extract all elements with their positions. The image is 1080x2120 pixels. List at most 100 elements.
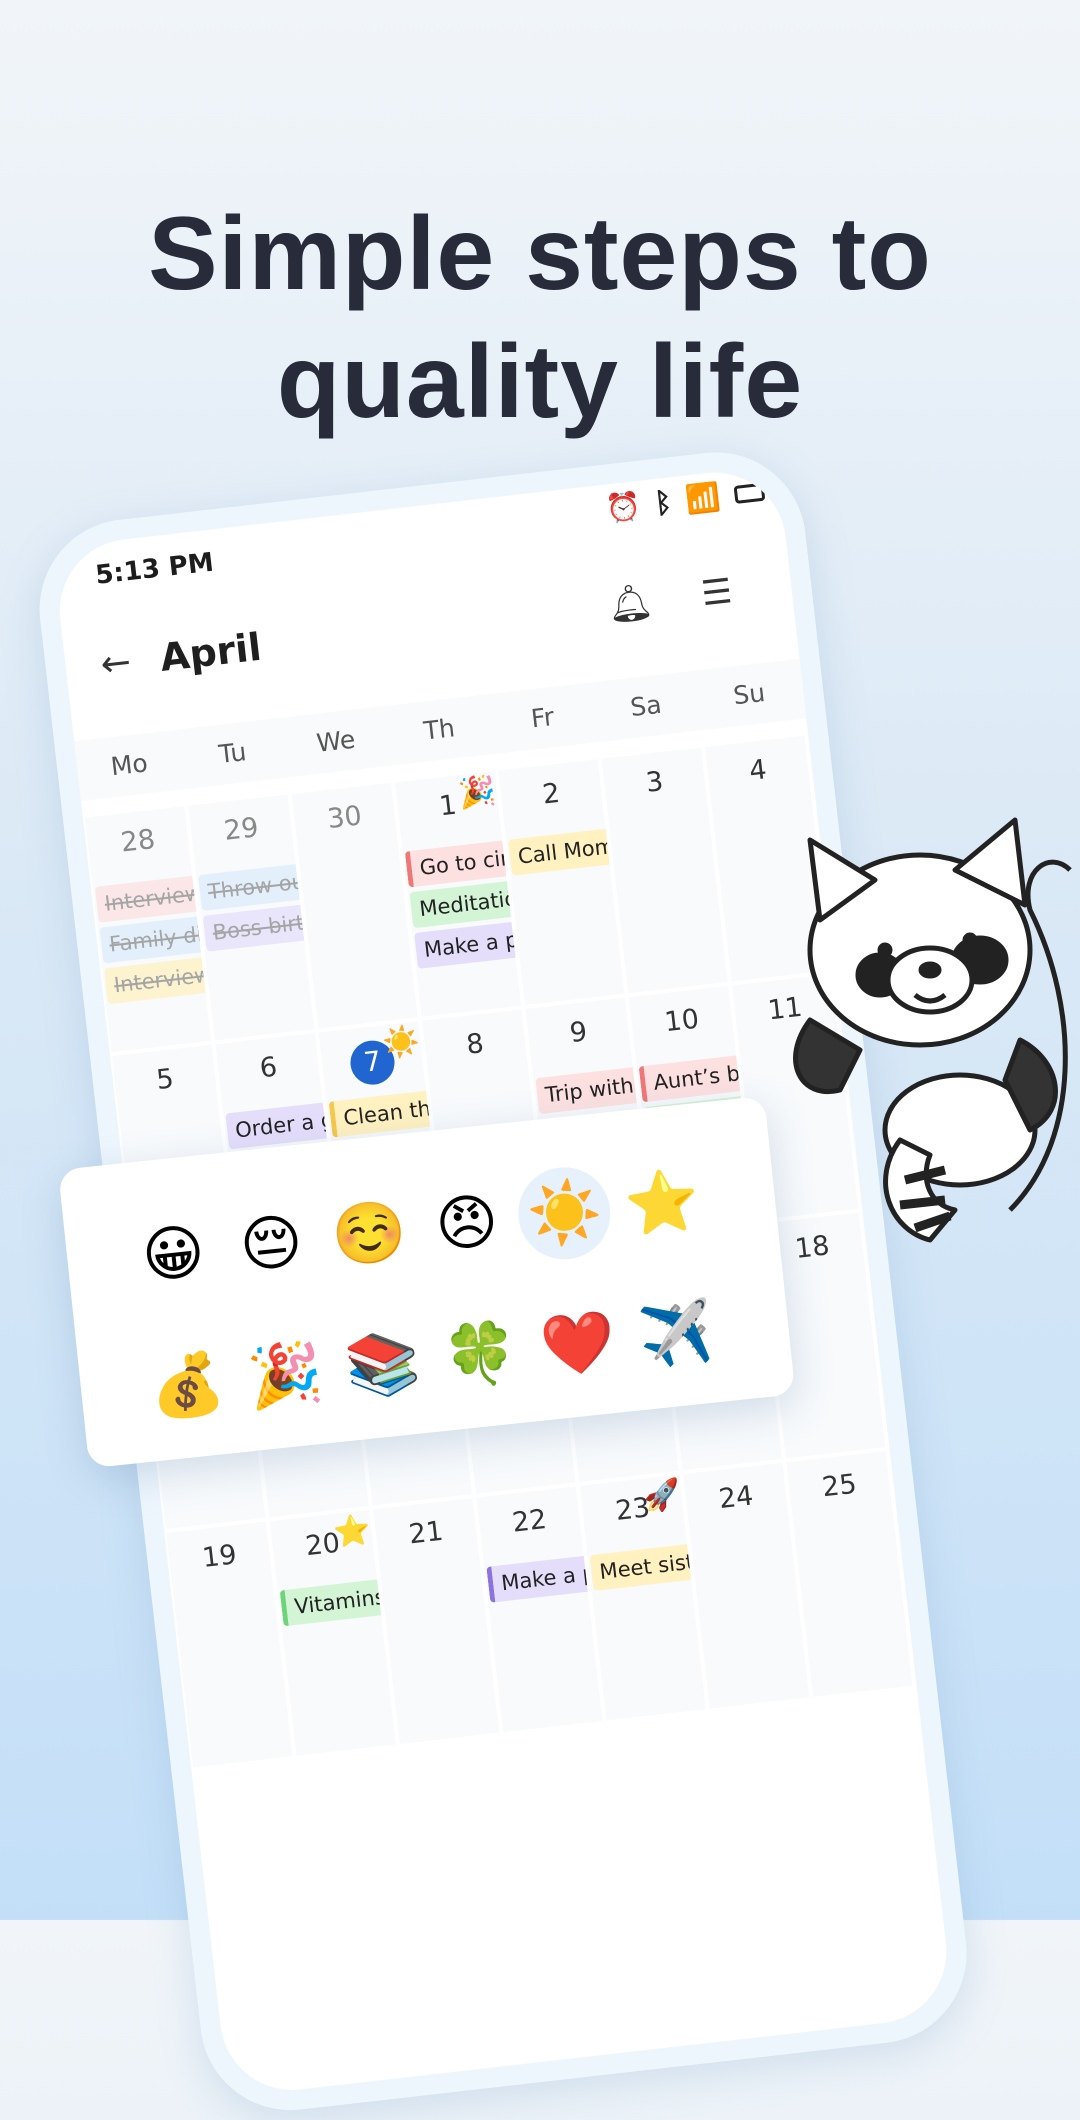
event-chip[interactable]: Make a pre: [414, 920, 524, 969]
date-label: 30: [325, 800, 364, 836]
sun-icon[interactable]: ☀️: [514, 1162, 616, 1264]
battery-icon: [733, 482, 765, 504]
event-list: Make a pre: [484, 1554, 598, 1608]
date-number: 2: [500, 773, 603, 815]
date-label: 6: [258, 1051, 279, 1085]
status-icons: ⏰ ᛒ 📶: [604, 475, 765, 526]
date-label: 22: [510, 1503, 549, 1539]
weekday-fr: Fr: [529, 701, 556, 734]
event-list: Meet siste: [588, 1543, 702, 1596]
event-chip[interactable]: Boss birthd: [202, 903, 315, 952]
event-list: [609, 816, 718, 828]
date-number: 4: [706, 750, 809, 792]
event-chip[interactable]: Go to cine: [404, 839, 517, 888]
event-list: [430, 1078, 539, 1090]
day-emoji-icon: ☀️: [380, 1023, 422, 1063]
smiling-face-icon[interactable]: ☺️: [318, 1183, 419, 1284]
event-chip[interactable]: Interview: [104, 956, 214, 1005]
weekday-tu: Tu: [217, 737, 248, 769]
red-panda-illustration: [793, 817, 1072, 1243]
star-icon[interactable]: ⭐: [612, 1152, 713, 1253]
books-icon[interactable]: 📚: [332, 1315, 433, 1416]
event-chip[interactable]: Call Mom: [508, 827, 620, 876]
event-chip[interactable]: Aunt’s birt: [638, 1054, 751, 1103]
event-chip[interactable]: Meet siste: [589, 1543, 702, 1592]
pensive-face-icon[interactable]: 😔: [221, 1194, 322, 1295]
date-number: 8: [424, 1023, 527, 1065]
bluetooth-icon: ᛒ: [653, 485, 674, 520]
event-chip[interactable]: Make a pre: [486, 1554, 598, 1603]
heart-icon[interactable]: ❤️: [528, 1294, 629, 1395]
date-label: 21: [407, 1515, 445, 1551]
weekday-th: Th: [422, 713, 457, 746]
bell-icon[interactable]: 🔔︎: [605, 580, 655, 627]
date-label: 24: [717, 1480, 755, 1516]
event-list: Vitamins in: [278, 1578, 392, 1631]
date-label: 9: [568, 1016, 589, 1050]
back-arrow-icon[interactable]: ←: [98, 642, 133, 686]
date-number: 6: [217, 1047, 320, 1089]
event-list: [794, 1519, 903, 1531]
event-chip[interactable]: Vitamins in: [279, 1578, 392, 1627]
status-time: 5:13 PM: [93, 547, 216, 591]
event-chip[interactable]: Clean the: [328, 1089, 441, 1138]
date-label: 19: [200, 1539, 239, 1575]
date-label: 8: [464, 1028, 486, 1061]
event-chip[interactable]: Trip with p: [535, 1066, 647, 1115]
grinning-face-icon[interactable]: 😀: [123, 1204, 224, 1305]
date-number: 22: [478, 1500, 581, 1542]
headline-line-2: quality life: [276, 324, 804, 440]
day-emoji-icon: 🚀: [641, 1476, 683, 1516]
event-list: [120, 1113, 229, 1125]
alarm-icon: ⏰: [604, 488, 643, 526]
date-label: 29: [222, 812, 261, 847]
weekday-sa: Sa: [628, 689, 664, 723]
date-number: 21: [375, 1512, 478, 1554]
date-label: 5: [154, 1063, 176, 1097]
event-list: Interview Family din Interview: [93, 874, 214, 1010]
day-emoji-icon: 🎉: [456, 773, 498, 813]
wifi-icon: 📶: [683, 479, 723, 517]
date-number: 19: [168, 1536, 271, 1578]
event-chip[interactable]: Family din: [99, 915, 211, 964]
filter-sliders-icon[interactable]: ☰: [699, 571, 734, 614]
date-number: 29: [190, 808, 293, 850]
event-chip[interactable]: Throw out t: [198, 862, 310, 911]
date-number: 28: [86, 820, 189, 862]
event-list: Throw out tBoss birthd: [196, 862, 315, 957]
date-label: 1: [437, 789, 459, 823]
weekday-mo: Mo: [109, 748, 150, 782]
event-list: [691, 1531, 800, 1543]
date-label: 10: [662, 1003, 701, 1039]
weekday-we: We: [315, 724, 357, 758]
date-label: 3: [644, 766, 665, 799]
date-label: 25: [820, 1468, 859, 1504]
event-list: [381, 1567, 490, 1579]
weekday-su: Su: [731, 677, 767, 711]
headline-line-1: Simple steps to: [148, 196, 932, 312]
event-list: [300, 851, 409, 863]
date-number: 9: [527, 1012, 630, 1054]
date-number: 10: [630, 1000, 733, 1042]
event-list: Go to cine Meditation Make a pre: [403, 839, 524, 974]
date-number: 5: [114, 1059, 217, 1101]
date-number: 25: [788, 1465, 891, 1507]
date-label: 4: [747, 754, 769, 788]
headline: Simple steps to quality life: [0, 190, 1080, 446]
four-leaf-clover-icon[interactable]: 🍀: [430, 1304, 531, 1405]
event-list: Call Mom: [506, 827, 620, 881]
month-title: April: [157, 624, 264, 680]
event-chip[interactable]: Meditation: [409, 880, 521, 929]
event-list: [174, 1590, 283, 1602]
airplane-icon[interactable]: ✈️: [626, 1284, 727, 1385]
event-chip[interactable]: Interview: [94, 874, 207, 923]
date-label: 2: [540, 777, 562, 811]
money-bag-icon[interactable]: 💰: [137, 1335, 238, 1436]
day-emoji-icon: ⭐: [331, 1511, 373, 1551]
party-popper-icon[interactable]: 🎉: [234, 1325, 335, 1426]
date-label: 28: [119, 823, 157, 859]
date-number: 24: [685, 1477, 788, 1519]
angry-face-icon[interactable]: 😠: [416, 1173, 517, 1274]
date-number: 30: [293, 797, 396, 839]
date-number: 3: [603, 761, 706, 803]
